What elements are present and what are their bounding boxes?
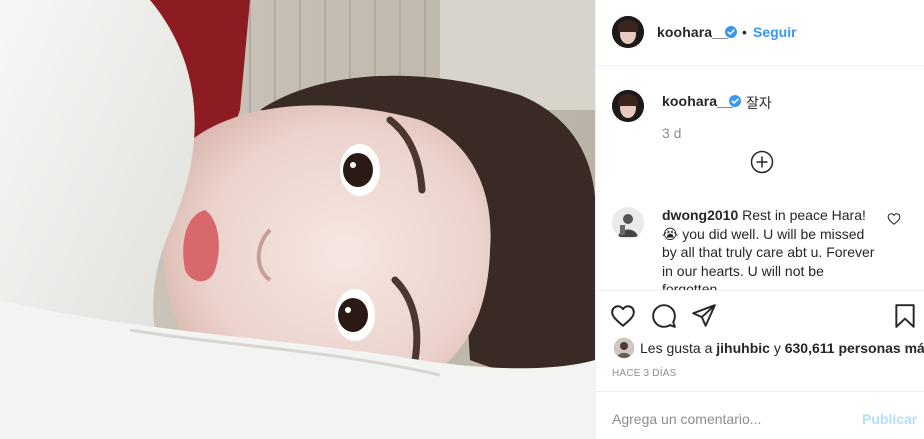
verified-badge-icon	[729, 95, 741, 107]
caption-author-username[interactable]: koohara__	[662, 93, 733, 109]
likes-summary: Les gusta a jihuhbic y 630,611 personas …	[640, 340, 924, 356]
comment-text-line: 😭 you did well. U will be missed	[662, 225, 865, 242]
separator-dot: •	[742, 24, 747, 40]
comment-list[interactable]: dwong2010 Rest in peace Hara! 😭 you did …	[596, 190, 924, 290]
comment-text-line: forgotten	[662, 281, 718, 290]
divider	[596, 290, 924, 291]
comment-text-line: by all that truly care abt u. Forever	[662, 244, 875, 260]
likes-count[interactable]: 630,611 personas más	[785, 340, 924, 356]
liker-username[interactable]: jihuhbic	[716, 340, 770, 356]
comment-input[interactable]	[612, 408, 852, 430]
comment-username[interactable]: dwong2010	[662, 207, 738, 223]
post-sidebar: koohara__ • Seguir koohara__ 잘자 3 d dwon…	[595, 0, 924, 439]
likes-prefix: Les gusta a	[640, 340, 713, 356]
comment-heart-icon[interactable]	[887, 212, 901, 226]
caption-text: 잘자	[746, 95, 772, 111]
plus-circle-icon[interactable]	[750, 150, 774, 174]
post-timestamp[interactable]: HACE 3 DÍAS	[612, 368, 676, 379]
publish-button[interactable]: Publicar	[862, 411, 917, 427]
bookmark-icon[interactable]	[892, 303, 918, 329]
divider	[596, 391, 924, 392]
comment-item: dwong2010 Rest in peace Hara! 😭 you did …	[662, 206, 894, 290]
post-photo[interactable]	[0, 0, 595, 439]
heart-icon[interactable]	[610, 303, 636, 329]
comment-text-line: Rest in peace Hara!	[742, 207, 866, 223]
selfie-image	[0, 0, 595, 439]
likes-connector: y	[773, 340, 781, 356]
post-header: koohara__ • Seguir	[596, 0, 924, 66]
commenter-avatar[interactable]	[612, 207, 644, 239]
author-avatar[interactable]	[612, 16, 644, 48]
liker-avatar[interactable]	[614, 338, 634, 358]
follow-button[interactable]: Seguir	[753, 24, 797, 40]
caption-age[interactable]: 3 d	[662, 125, 681, 141]
author-username[interactable]: koohara__	[657, 24, 728, 40]
verified-badge-icon	[725, 26, 737, 38]
paper-plane-icon[interactable]	[691, 303, 717, 329]
caption-author-avatar[interactable]	[612, 90, 644, 122]
comment-bubble-icon[interactable]	[651, 303, 677, 329]
comment-text-line: in our hearts. U will not be	[662, 262, 824, 279]
